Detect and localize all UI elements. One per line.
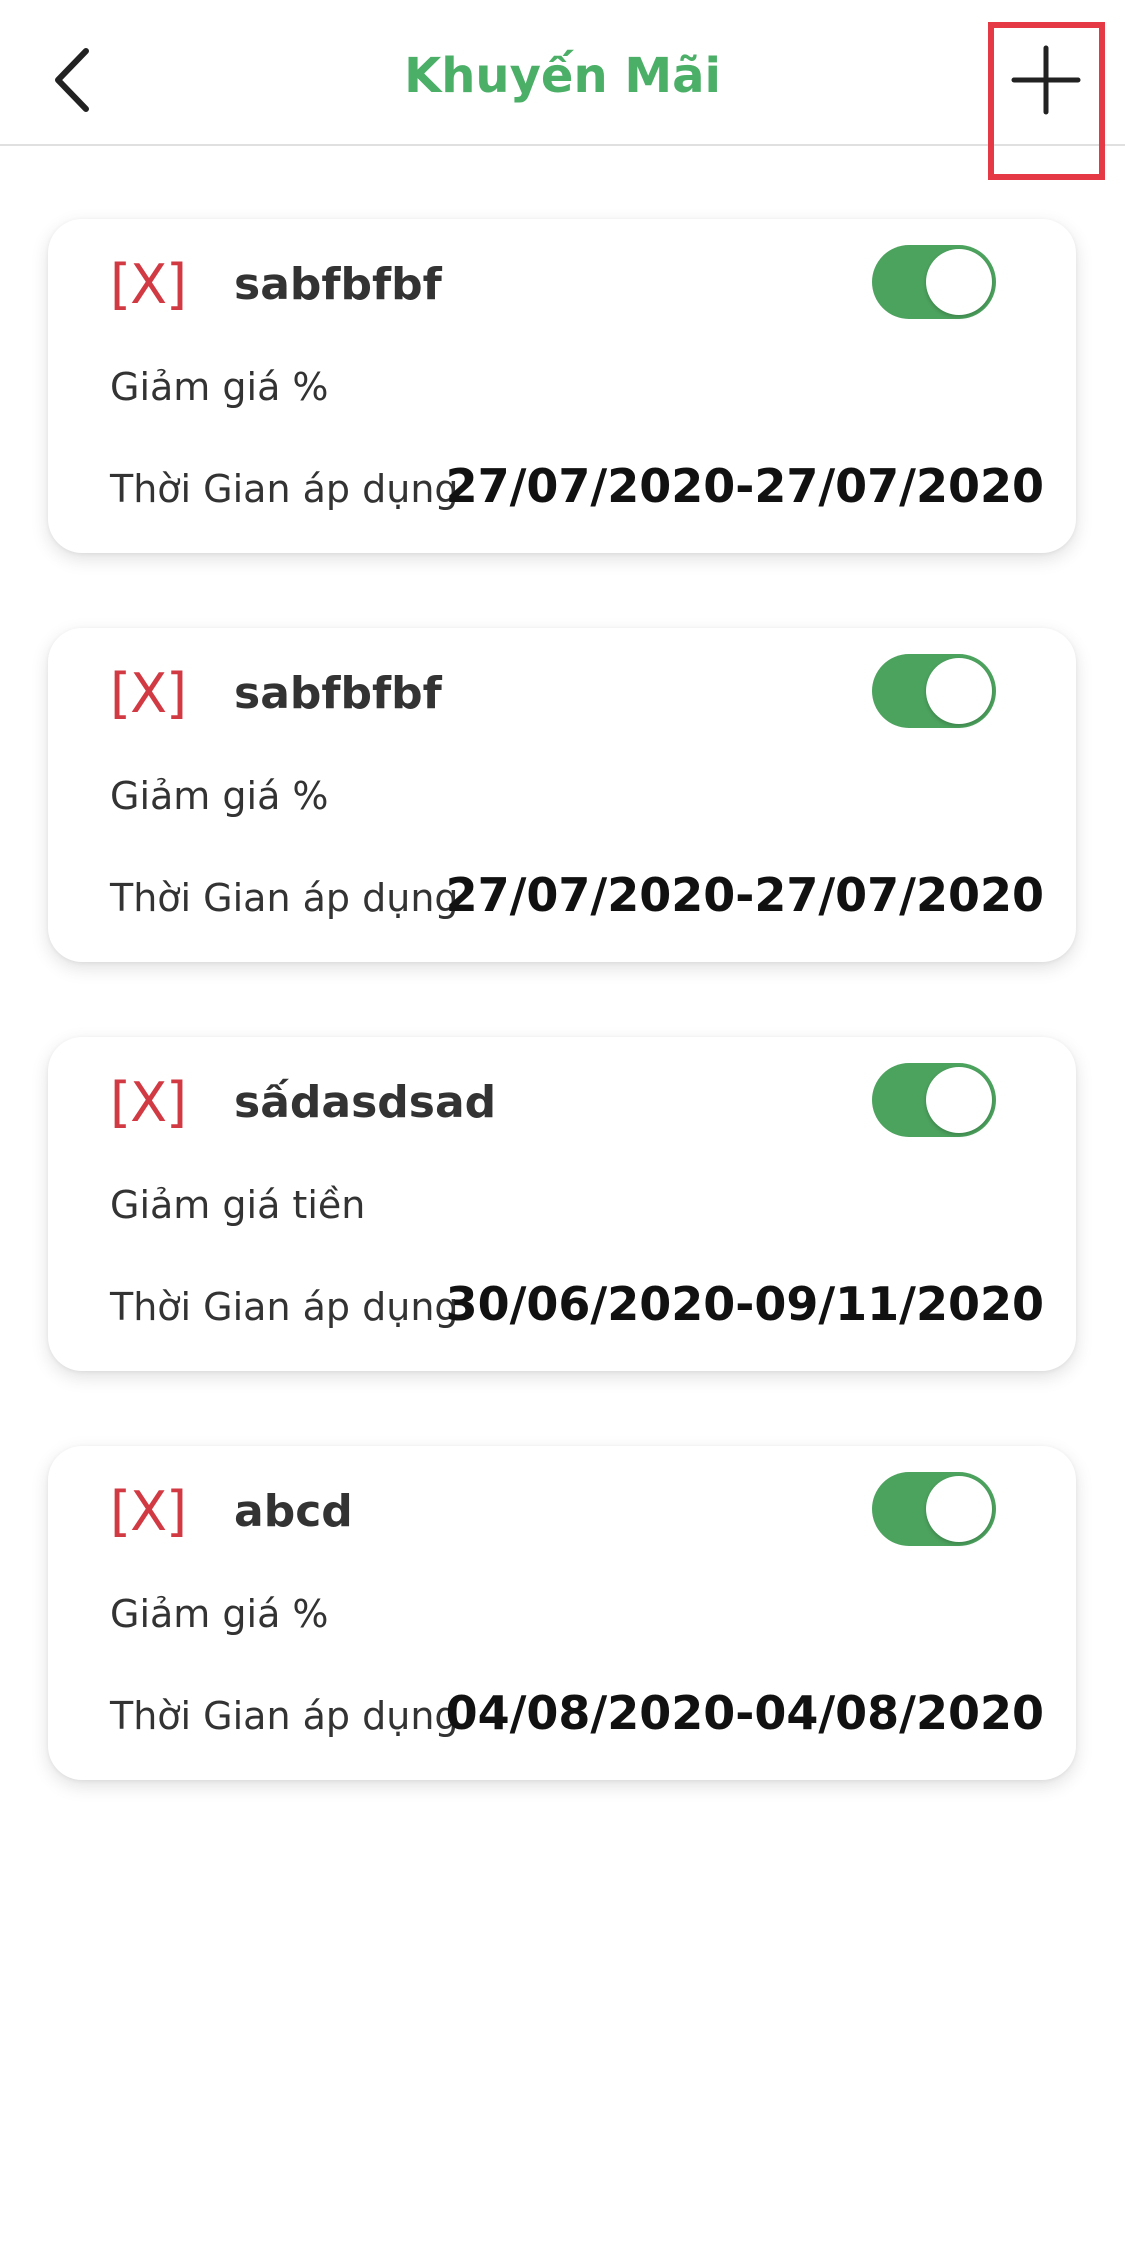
page-title: Khuyến Mãi (404, 48, 721, 104)
promotion-type: Giảm giá tiền (110, 1183, 366, 1227)
period-value: 27/07/2020-27/07/2020 (445, 868, 1044, 922)
promotion-card[interactable]: [X] sabfbfbf Giảm giá % Thời Gian áp dụn… (48, 219, 1076, 553)
promotion-card[interactable]: [X] sấdasdsad Giảm giá tiền Thời Gian áp… (48, 1037, 1076, 1371)
promotion-type: Giảm giá % (110, 1592, 329, 1636)
promotion-card[interactable]: [X] abcd Giảm giá % Thời Gian áp dụng 04… (48, 1446, 1076, 1780)
promotion-toggle[interactable] (872, 1063, 996, 1137)
period-value: 27/07/2020-27/07/2020 (445, 459, 1044, 513)
toggle-knob (926, 1476, 992, 1542)
plus-icon (1011, 45, 1081, 115)
promotion-name: abcd (234, 1486, 353, 1537)
delete-button[interactable]: [X] (110, 1480, 187, 1543)
header-bar: Khuyến Mãi (0, 0, 1125, 146)
promotion-toggle[interactable] (872, 1472, 996, 1546)
period-label: Thời Gian áp dụng (110, 876, 459, 920)
toggle-knob (926, 1067, 992, 1133)
toggle-knob (926, 658, 992, 724)
period-label: Thời Gian áp dụng (110, 467, 459, 511)
delete-button[interactable]: [X] (110, 1071, 187, 1134)
add-promotion-button[interactable] (989, 24, 1103, 178)
delete-button[interactable]: [X] (110, 253, 187, 316)
period-value: 30/06/2020-09/11/2020 (445, 1277, 1044, 1331)
promotion-type: Giảm giá % (110, 774, 329, 818)
promotion-name: sabfbfbf (234, 668, 442, 719)
period-label: Thời Gian áp dụng (110, 1285, 459, 1329)
promotion-toggle[interactable] (872, 245, 996, 319)
promotion-toggle[interactable] (872, 654, 996, 728)
toggle-knob (926, 249, 992, 315)
promotion-card[interactable]: [X] sabfbfbf Giảm giá % Thời Gian áp dụn… (48, 628, 1076, 962)
promotion-type: Giảm giá % (110, 365, 329, 409)
period-label: Thời Gian áp dụng (110, 1694, 459, 1738)
delete-button[interactable]: [X] (110, 662, 187, 725)
promotion-name: sấdasdsad (234, 1077, 497, 1128)
promotion-name: sabfbfbf (234, 259, 442, 310)
period-value: 04/08/2020-04/08/2020 (445, 1686, 1044, 1740)
